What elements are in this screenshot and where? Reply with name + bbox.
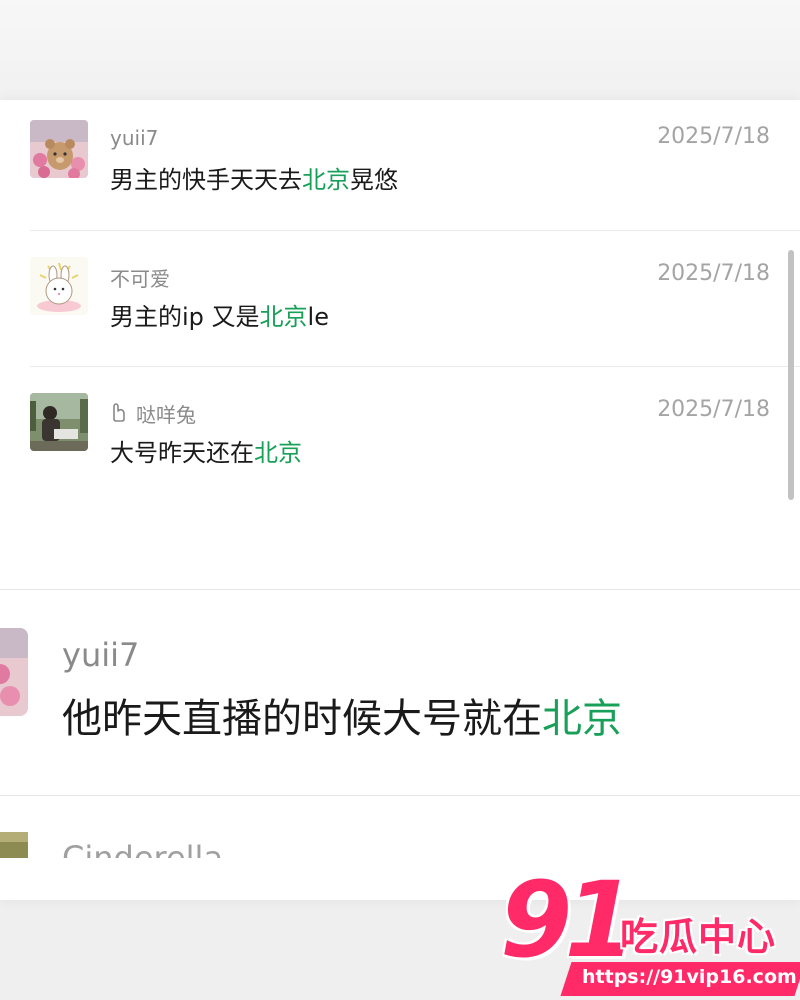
watermark-number: 91	[500, 859, 637, 981]
comment-date: 2025/7/18	[657, 397, 770, 422]
comment-username[interactable]: yuii7	[110, 126, 158, 150]
watermark-logo: 91 吃瓜中心 https://91vip16.com	[500, 868, 800, 1000]
comment-text-part: 男主的ip 又是	[110, 303, 260, 331]
comment-username[interactable]: 不可爱	[110, 263, 170, 292]
comment-text: 男主的快手天天去北京晃悠	[110, 160, 398, 195]
avatar[interactable]	[0, 628, 28, 716]
divider	[0, 589, 800, 590]
avatar[interactable]	[30, 393, 88, 451]
comment-date: 2025/7/18	[657, 261, 770, 286]
comment-text-part: le	[307, 303, 329, 331]
avatar[interactable]	[30, 257, 88, 315]
comment-item: yuii7 2025/7/18 男主的快手天天去北京晃悠	[0, 100, 800, 230]
highlighted-keyword[interactable]: 北京	[254, 439, 302, 467]
comment-text: 他昨天直播的时候大号就在北京	[62, 686, 622, 744]
comment-date: 2025/7/18	[657, 124, 770, 149]
comment-username[interactable]: 哒咩兔	[136, 399, 196, 428]
highlighted-keyword[interactable]: 北京	[260, 303, 308, 331]
comment-text-part: 晃悠	[350, 166, 398, 194]
divider	[0, 795, 800, 796]
top-background	[0, 0, 800, 100]
watermark-brand: 吃瓜中心	[620, 915, 777, 959]
highlighted-keyword[interactable]: 北京	[542, 696, 622, 742]
comment-text-part: 大号昨天还在	[110, 439, 254, 467]
comment-item: 不可爱 2025/7/18 男主的ip 又是北京le	[0, 237, 800, 367]
watermark-url: https://91vip16.com	[582, 966, 797, 988]
divider	[30, 230, 800, 231]
highlighted-keyword[interactable]: 北京	[302, 166, 350, 194]
comment-text-part: 男主的快手天天去	[110, 166, 302, 194]
comment-username[interactable]: Cinderella	[62, 838, 223, 858]
avatar[interactable]	[30, 120, 88, 178]
avatar[interactable]	[0, 832, 28, 858]
comment-text-part: 他昨天直播的时候大号就在	[62, 696, 542, 742]
comment-text: 大号昨天还在北京	[110, 433, 302, 468]
comment-text: 男主的ip 又是北京le	[110, 297, 329, 332]
comment-item: 哒咩兔 2025/7/18 大号昨天还在北京	[0, 373, 800, 503]
comment-username[interactable]: yuii7	[62, 636, 139, 674]
hand-icon	[110, 399, 130, 423]
divider	[30, 366, 800, 367]
comment-list-card: yuii7 2025/7/18 男主的快手天天去北京晃悠 不可爱 2025/7/…	[0, 100, 800, 900]
scrollbar[interactable]	[788, 250, 794, 500]
